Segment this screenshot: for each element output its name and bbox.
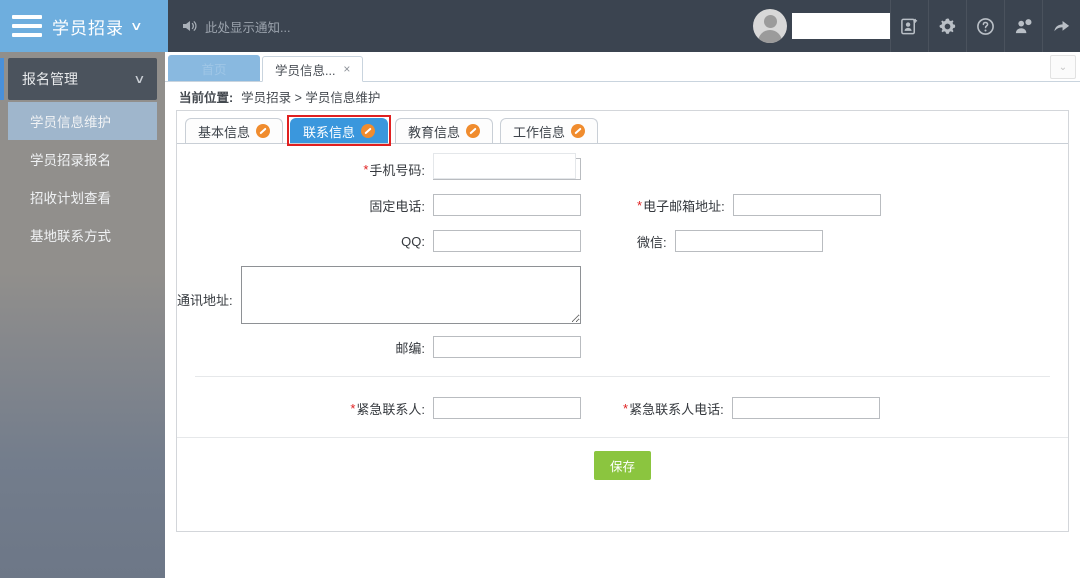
sidebar: 报名管理 ∨ 学员信息维护 学员招录报名 招收计划查看 基地联系方式 bbox=[0, 52, 165, 578]
breadcrumb-label: 当前位置: bbox=[179, 90, 234, 105]
window-tab-label: 首页 bbox=[201, 63, 227, 77]
edit-badge-icon bbox=[256, 124, 270, 138]
required-mark: * bbox=[363, 161, 369, 177]
form-row-qq-wechat: QQ: 微信: bbox=[177, 230, 1068, 252]
chevron-down-icon[interactable]: ⌄ bbox=[1050, 55, 1076, 79]
close-icon[interactable]: × bbox=[343, 62, 350, 76]
save-button[interactable]: 保存 bbox=[593, 451, 651, 480]
tab-basic-info[interactable]: 基本信息 bbox=[185, 118, 283, 143]
window-tab-student-info[interactable]: 学员信息... × bbox=[262, 56, 364, 82]
landline-label: 固定电话: bbox=[369, 198, 425, 214]
avatar[interactable] bbox=[753, 9, 787, 43]
form-row-address: 通讯地址: bbox=[177, 266, 1068, 324]
wechat-input[interactable] bbox=[674, 230, 823, 252]
emergency-contact-input[interactable] bbox=[433, 397, 581, 419]
breadcrumb: 当前位置: 学员招录 > 学员信息维护 bbox=[165, 82, 1080, 110]
address-label: 通讯地址: bbox=[177, 293, 233, 308]
window-tab-bar: 首页 学员信息... × ⌄ bbox=[165, 52, 1080, 82]
address-textarea[interactable] bbox=[240, 266, 581, 324]
tab-contact-info[interactable]: 联系信息 bbox=[287, 115, 391, 146]
notice-area: 此处显示通知... bbox=[182, 17, 290, 36]
tab-work-info[interactable]: 工作信息 bbox=[500, 118, 598, 143]
sidebar-item-enrollment[interactable]: 学员招录报名 bbox=[8, 140, 157, 178]
sidebar-item-label: 学员招录报名 bbox=[30, 153, 111, 168]
edit-badge-icon bbox=[361, 124, 375, 138]
form-tab-label: 工作信息 bbox=[512, 124, 565, 140]
qq-input[interactable] bbox=[433, 230, 581, 252]
section-divider-top bbox=[195, 376, 1050, 377]
edit-badge-icon bbox=[571, 124, 585, 138]
sidebar-item-student-info[interactable]: 学员信息维护 bbox=[8, 102, 157, 140]
window-tab-home[interactable]: 首页 bbox=[168, 55, 260, 81]
email-label: * 电子邮箱地址: bbox=[637, 197, 725, 214]
required-mark: * bbox=[637, 197, 643, 213]
form-row-postcode: 邮编: bbox=[177, 336, 1068, 358]
emergency-contact-label: * 紧急联系人: bbox=[350, 400, 425, 417]
gear-icon[interactable] bbox=[928, 0, 966, 52]
chevron-down-icon[interactable]: ∨ bbox=[133, 72, 145, 86]
qq-label: QQ: bbox=[401, 233, 425, 249]
emergency-phone-label: * 紧急联系人电话: bbox=[623, 400, 724, 417]
mobile-label: * 手机号码: bbox=[363, 161, 425, 178]
share-icon[interactable] bbox=[1042, 0, 1080, 52]
postcode-label: 邮编: bbox=[395, 340, 425, 356]
wechat-label: 微信: bbox=[637, 234, 667, 250]
window-tab-label: 学员信息... bbox=[275, 63, 336, 78]
form-panel: 基本信息 联系信息 教育信息 工作信息 * 手机号码: 固定电话: * 电子邮箱… bbox=[176, 110, 1069, 532]
form-actions: 保存 bbox=[177, 438, 1068, 480]
username-field[interactable] bbox=[792, 13, 890, 39]
form-tab-label: 联系信息 bbox=[302, 124, 355, 140]
sidebar-group-title: 报名管理 bbox=[22, 71, 78, 87]
sidebar-item-label: 基地联系方式 bbox=[30, 229, 111, 244]
required-mark: * bbox=[350, 400, 356, 416]
sidebar-item-label: 学员信息维护 bbox=[30, 115, 111, 130]
notice-text: 此处显示通知... bbox=[205, 20, 291, 35]
hamburger-icon[interactable] bbox=[12, 15, 42, 37]
app-root: 学员招录 ∨ 此处显示通知... 报名管理 ∨ 学员信息维护 学员招录报名 招收… bbox=[0, 0, 1080, 578]
contact-form: * 手机号码: 固定电话: * 电子邮箱地址: QQ: 微信: 通讯地址: 邮编… bbox=[177, 144, 1068, 480]
breadcrumb-path: 学员招录 > 学员信息维护 bbox=[241, 90, 381, 105]
sidebar-item-base-contact[interactable]: 基地联系方式 bbox=[8, 216, 157, 254]
help-icon[interactable] bbox=[966, 0, 1004, 52]
email-input[interactable] bbox=[732, 194, 881, 216]
form-tab-bar: 基本信息 联系信息 教育信息 工作信息 bbox=[177, 115, 1068, 146]
form-row-mobile: * 手机号码: bbox=[177, 153, 1068, 180]
main-content: 首页 学员信息... × ⌄ 当前位置: 学员招录 > 学员信息维护 基本信息 … bbox=[165, 52, 1080, 578]
top-header: 学员招录 ∨ 此处显示通知... bbox=[0, 0, 1080, 52]
brand-block: 学员招录 ∨ bbox=[0, 0, 168, 52]
tab-education-info[interactable]: 教育信息 bbox=[395, 118, 493, 143]
sidebar-item-plan-view[interactable]: 招收计划查看 bbox=[8, 178, 157, 216]
mobile-input[interactable] bbox=[433, 158, 581, 180]
edit-badge-icon bbox=[466, 124, 480, 138]
add-contact-icon[interactable] bbox=[890, 0, 928, 52]
header-actions bbox=[753, 0, 1080, 52]
form-row-landline-email: 固定电话: * 电子邮箱地址: bbox=[177, 194, 1068, 216]
required-mark: * bbox=[623, 400, 629, 416]
brand-title: 学员招录 bbox=[52, 18, 124, 38]
sidebar-item-label: 招收计划查看 bbox=[30, 191, 111, 206]
sidebar-group-header[interactable]: 报名管理 ∨ bbox=[0, 58, 157, 100]
emergency-phone-input[interactable] bbox=[731, 397, 880, 419]
postcode-input[interactable] bbox=[433, 336, 581, 358]
chevron-down-icon[interactable]: ∨ bbox=[130, 19, 143, 33]
form-row-emergency: * 紧急联系人: * 紧急联系人电话: bbox=[177, 397, 1068, 419]
landline-input[interactable] bbox=[433, 194, 581, 216]
user-badge-icon[interactable] bbox=[1004, 0, 1042, 52]
speaker-icon bbox=[183, 20, 197, 32]
form-tab-label: 教育信息 bbox=[407, 124, 460, 140]
form-tab-label: 基本信息 bbox=[197, 124, 250, 140]
